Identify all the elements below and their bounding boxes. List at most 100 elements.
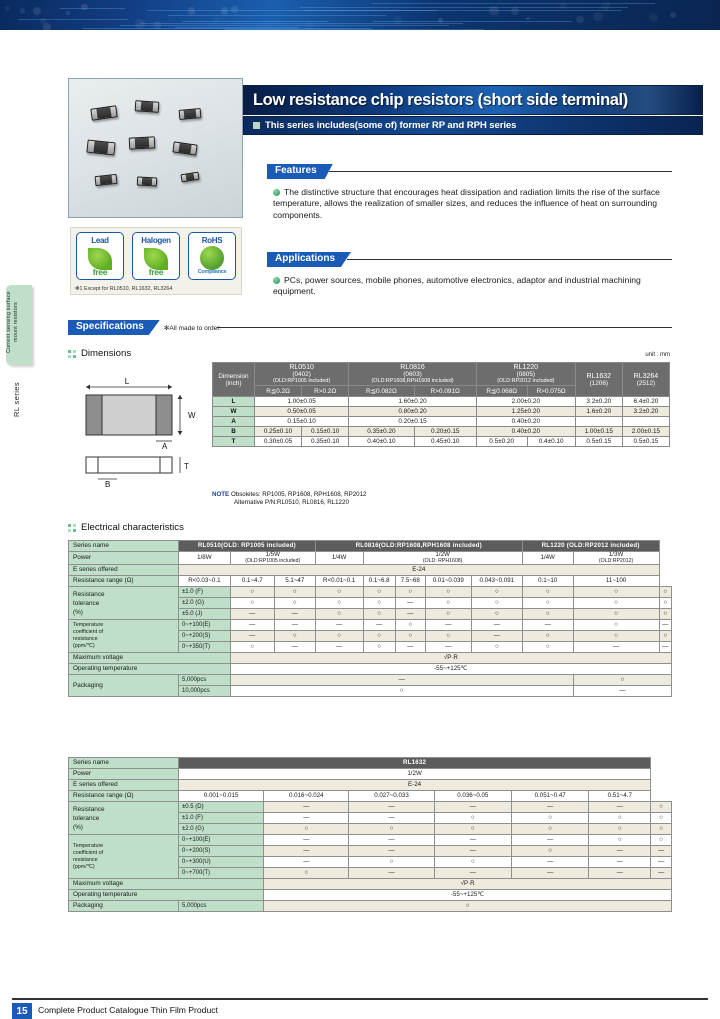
power-row: Power 1/8W 1/5W (OLD:RP1005 included) 1/4W 1/… bbox=[69, 552, 672, 565]
tolerance-mark: — bbox=[511, 802, 588, 813]
globe-icon bbox=[200, 246, 224, 270]
tcr-mark: — bbox=[425, 620, 471, 631]
tcr-mark: ○ bbox=[363, 642, 395, 653]
resistance-range-cell: 0.1~6.8 bbox=[363, 576, 395, 587]
tcr-mark: — bbox=[349, 835, 434, 846]
tcr-row: Temperature coefficient of resistance (ppm/… bbox=[69, 835, 672, 846]
title-bar: Low resistance chip resistors (short sid… bbox=[243, 85, 703, 115]
tcr-mark: — bbox=[274, 620, 315, 631]
power-cell: 1/4W bbox=[522, 552, 573, 565]
dimension-cell: 1.00±0.15 bbox=[575, 427, 622, 437]
section-marker-icon bbox=[68, 350, 76, 358]
operating-temperature-value: -55~+125℃ bbox=[230, 664, 671, 675]
bullet-dot-icon bbox=[273, 189, 280, 196]
max-voltage-label: Maximum voltage bbox=[69, 653, 231, 664]
tolerance-mark: ○ bbox=[522, 598, 573, 609]
tcr-mark: ○ bbox=[264, 868, 349, 879]
power-value: 1/2W bbox=[179, 769, 651, 780]
resistance-range-cell: 0.051~0.47 bbox=[511, 791, 588, 802]
packaging-qty-label: 10,000pcs bbox=[179, 686, 231, 697]
product-photo bbox=[68, 78, 243, 218]
tolerance-label: ±1.0 (F) bbox=[179, 587, 231, 598]
tolerance-label: ±0.5 (D) bbox=[179, 802, 264, 813]
resistance-range-cell: 7.5~68 bbox=[395, 576, 425, 587]
dimensions-header-row-1: Dimension (inch) RL0510 (0402) (OLD:RP1005 i… bbox=[213, 363, 670, 386]
packaging-mark: ○ bbox=[264, 901, 672, 912]
packaging-row: Packaging 5,000pcs ○ bbox=[69, 901, 672, 912]
tolerance-mark: ○ bbox=[315, 587, 363, 598]
applications-rule bbox=[347, 259, 672, 260]
tcr-mark: ○ bbox=[589, 835, 651, 846]
packaging-mark: ○ bbox=[573, 675, 671, 686]
tcr-mark: ○ bbox=[395, 620, 425, 631]
tolerance-mark: ○ bbox=[230, 598, 274, 609]
packaging-label: Packaging bbox=[69, 901, 179, 912]
tolerance-mark: — bbox=[264, 802, 349, 813]
tcr-mark: — bbox=[230, 620, 274, 631]
dimension-corner-cell: Dimension (inch) bbox=[213, 363, 255, 397]
tcr-mark: — bbox=[395, 642, 425, 653]
dimension-row-label: A bbox=[213, 417, 255, 427]
tcr-mark: ○ bbox=[363, 631, 395, 642]
dimension-cell bbox=[575, 417, 622, 427]
tcr-mark: ○ bbox=[573, 620, 659, 631]
tcr-mark: ○ bbox=[274, 631, 315, 642]
electrical-main-table: Series name RL0510(OLD: RP1005 included) R… bbox=[68, 540, 672, 697]
tolerance-label: ±1.0 (F) bbox=[179, 813, 264, 824]
tcr-mark: — bbox=[425, 642, 471, 653]
tcr-mark: — bbox=[434, 835, 511, 846]
tcr-mark: ○ bbox=[395, 631, 425, 642]
tcr-mark: — bbox=[589, 846, 651, 857]
tcr-mark: ○ bbox=[573, 631, 659, 642]
square-bullet-icon bbox=[253, 122, 260, 129]
packaging-mark: — bbox=[230, 675, 573, 686]
dimension-sub-header: R≦0.082Ω bbox=[349, 386, 414, 397]
resistance-range-cell: 11~100 bbox=[573, 576, 659, 587]
tolerance-mark: ○ bbox=[522, 609, 573, 620]
power-label: Power bbox=[69, 552, 179, 565]
tolerance-mark: — bbox=[274, 609, 315, 620]
halogen-free-label-top: Halogen bbox=[133, 236, 179, 245]
dimension-cell: 0.80±0.20 bbox=[349, 407, 477, 417]
dimension-cell: 0.35±0.10 bbox=[302, 437, 349, 447]
dimensions-unit-note: unit : mm bbox=[645, 352, 670, 358]
rohs-label-top: RoHS bbox=[189, 236, 235, 245]
svg-text:B: B bbox=[105, 480, 110, 489]
dimension-col-header: RL1632 (1206) bbox=[575, 363, 622, 397]
tolerance-mark: ○ bbox=[659, 598, 671, 609]
tolerance-mark: ○ bbox=[511, 824, 588, 835]
tcr-mark: — bbox=[659, 642, 671, 653]
dimension-cell: 2.00±0.20 bbox=[476, 397, 575, 407]
tolerance-mark: ○ bbox=[651, 824, 672, 835]
tcr-mark: — bbox=[230, 631, 274, 642]
dimension-cell: 1.25±0.20 bbox=[476, 407, 575, 417]
tcr-label: 0~+100(E) bbox=[179, 620, 231, 631]
features-header: Features bbox=[267, 164, 672, 179]
tcr-mark: ○ bbox=[315, 631, 363, 642]
tcr-mark: — bbox=[589, 868, 651, 879]
tcr-mark: — bbox=[511, 835, 588, 846]
tcr-mark: — bbox=[264, 857, 349, 868]
tcr-mark: — bbox=[522, 620, 573, 631]
packaging-mark: — bbox=[573, 686, 671, 697]
tcr-mark: — bbox=[651, 857, 672, 868]
series-name-label: Series name bbox=[69, 758, 179, 769]
applications-heading: Applications bbox=[267, 252, 351, 267]
dimension-sub-header: R>0.075Ω bbox=[527, 386, 575, 397]
features-heading: Features bbox=[267, 164, 333, 179]
svg-text:A: A bbox=[162, 442, 168, 451]
resistance-range-cell: R<0.01~0.1 bbox=[315, 576, 363, 587]
tolerance-mark: ○ bbox=[363, 609, 395, 620]
packaging-mark: ○ bbox=[230, 686, 573, 697]
resistance-range-cell: 0.1~10 bbox=[522, 576, 573, 587]
series-name-row: Series name RL0510(OLD: RP1005 included) R… bbox=[69, 541, 672, 552]
resistance-range-cell: R<0.03~0.1 bbox=[179, 576, 231, 587]
dimension-cell: 0.20±0.15 bbox=[349, 417, 477, 427]
applications-body: PCs, power sources, mobile phones, autom… bbox=[273, 275, 673, 298]
power-cell: 1/8W bbox=[179, 552, 231, 565]
eseries-label: E series offered bbox=[69, 565, 179, 576]
operating-temperature-value: -55~+125℃ bbox=[264, 890, 672, 901]
tolerance-mark: ○ bbox=[651, 802, 672, 813]
resistance-range-label: Resistance range (Ω) bbox=[69, 576, 179, 587]
tolerance-mark: ○ bbox=[471, 587, 522, 598]
